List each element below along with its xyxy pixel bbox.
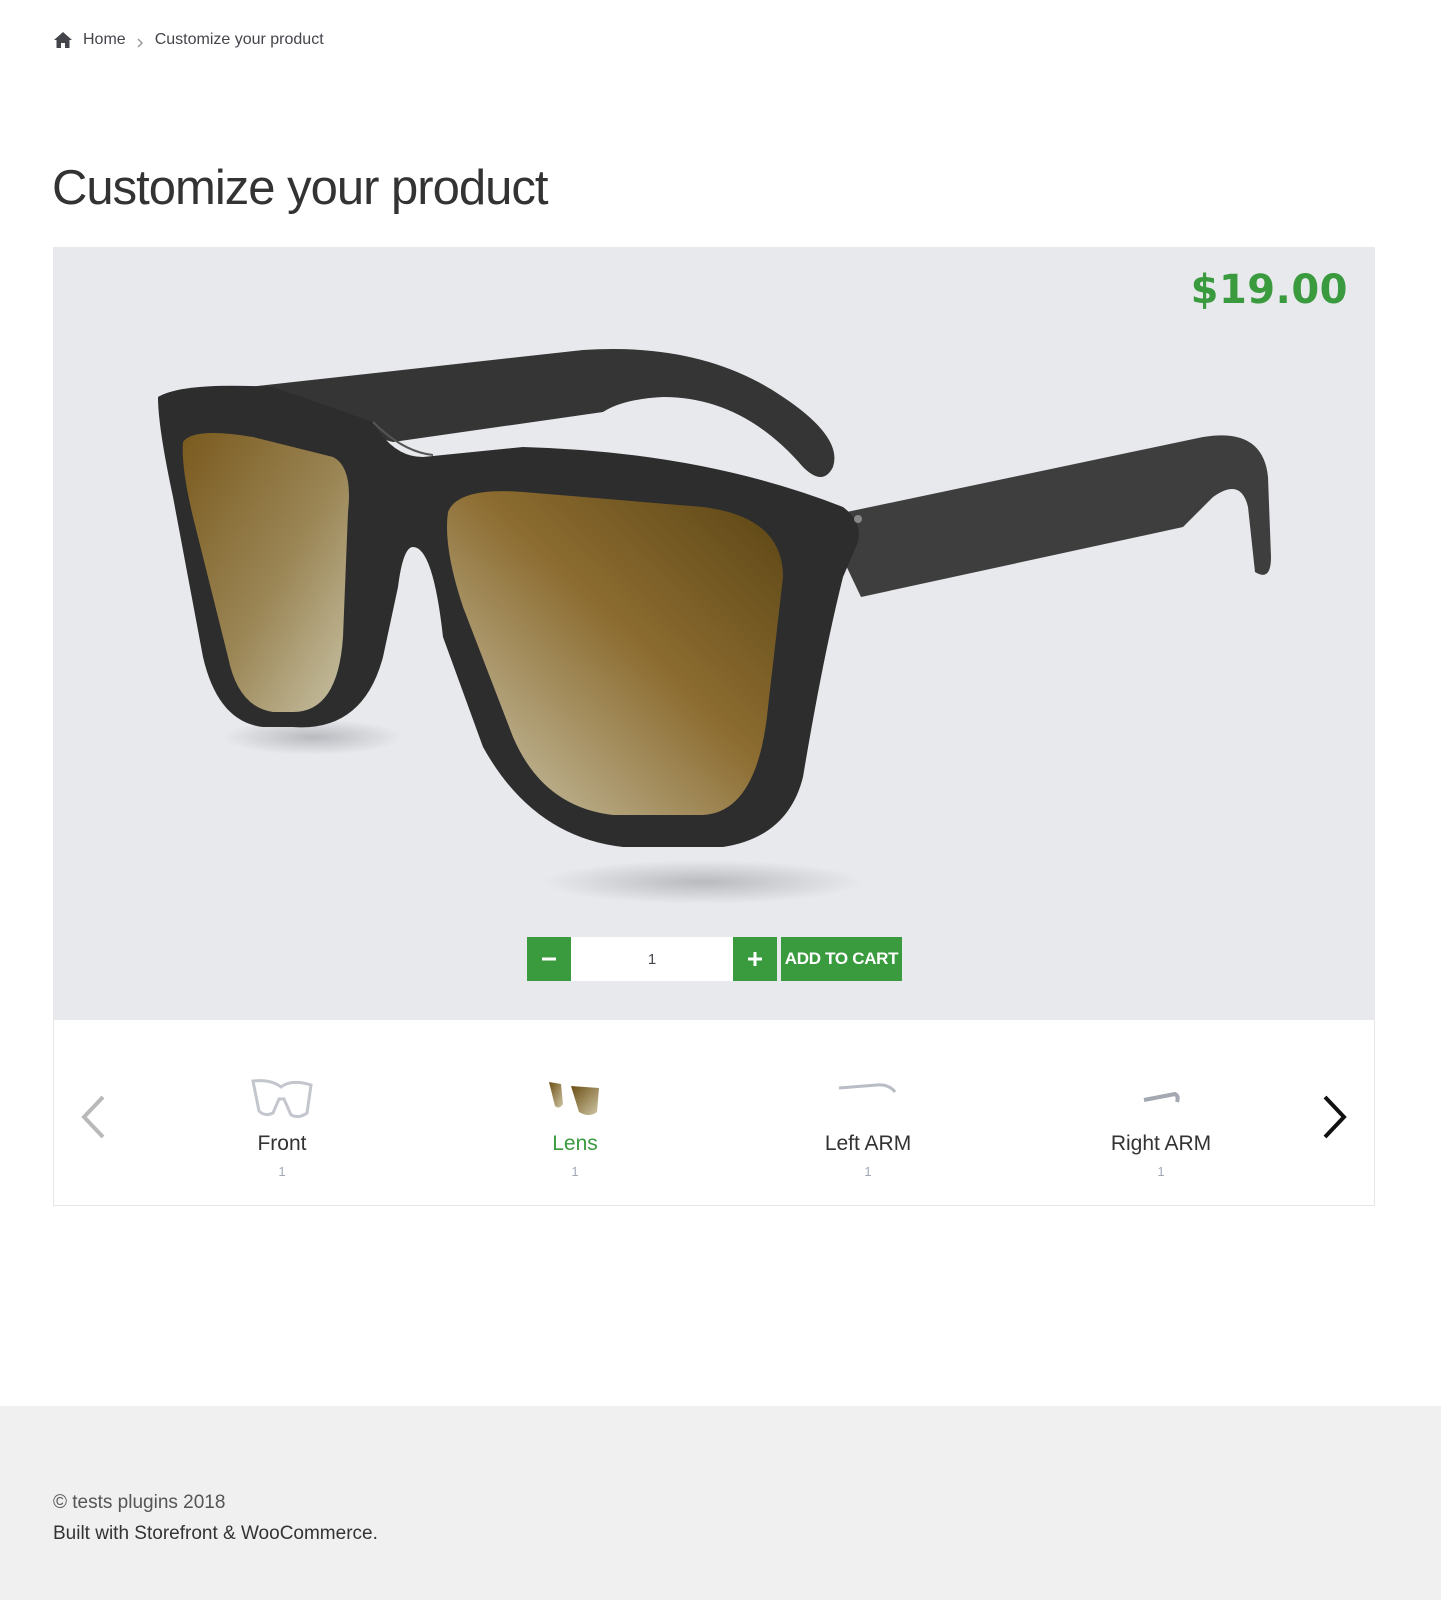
option-front[interactable]: Front 1 bbox=[182, 1070, 382, 1179]
product-price: $19.00 bbox=[1190, 267, 1348, 313]
home-icon[interactable] bbox=[53, 31, 73, 49]
lens-icon bbox=[549, 1082, 599, 1115]
quantity-input[interactable] bbox=[571, 937, 733, 981]
breadcrumb-current: Customize your product bbox=[154, 31, 324, 48]
footer-built-with: Built with Storefront & WooCommerce. bbox=[53, 1523, 378, 1544]
chevron-right-icon[interactable] bbox=[1318, 1093, 1352, 1141]
site-footer: © tests plugins 2018 Built with Storefro… bbox=[0, 1406, 1441, 1600]
option-right-arm[interactable]: Right ARM 1 bbox=[1061, 1070, 1261, 1179]
chevron-left-icon[interactable] bbox=[76, 1093, 110, 1141]
quantity-decrease-button[interactable] bbox=[527, 937, 571, 981]
right-arm-icon bbox=[1143, 1091, 1180, 1103]
option-count: 1 bbox=[278, 1164, 286, 1179]
chevron-right-icon bbox=[136, 35, 144, 48]
breadcrumb: Home Customize your product bbox=[53, 29, 324, 51]
footer-copyright: © tests plugins 2018 bbox=[53, 1492, 226, 1513]
left-arm-icon bbox=[838, 1083, 897, 1093]
breadcrumb-home-link[interactable]: Home bbox=[83, 31, 126, 49]
frame-front-icon bbox=[251, 1079, 313, 1119]
option-label: Front bbox=[257, 1132, 307, 1155]
option-lens[interactable]: Lens 1 bbox=[475, 1070, 675, 1179]
option-count: 1 bbox=[1157, 1164, 1165, 1179]
plus-icon bbox=[748, 952, 762, 966]
option-label: Left ARM bbox=[824, 1132, 912, 1155]
minus-icon bbox=[542, 957, 556, 961]
quantity-increase-button[interactable] bbox=[733, 937, 777, 981]
add-to-cart-form: ADD TO CART bbox=[527, 937, 902, 981]
add-to-cart-button[interactable]: ADD TO CART bbox=[781, 937, 902, 981]
sunglasses-image bbox=[158, 348, 1271, 904]
component-options-bar: Front 1 Lens 1 Left ARM 1 Right ARM 1 bbox=[53, 1020, 1375, 1206]
option-label: Lens bbox=[552, 1132, 598, 1155]
option-label: Right ARM bbox=[1110, 1132, 1212, 1155]
page-title: Customize your product bbox=[52, 161, 548, 215]
option-left-arm[interactable]: Left ARM 1 bbox=[768, 1070, 968, 1179]
product-stage: $19.00 1 ADD TO CART bbox=[53, 247, 1375, 1020]
option-count: 1 bbox=[571, 1164, 579, 1179]
option-count: 1 bbox=[864, 1164, 872, 1179]
